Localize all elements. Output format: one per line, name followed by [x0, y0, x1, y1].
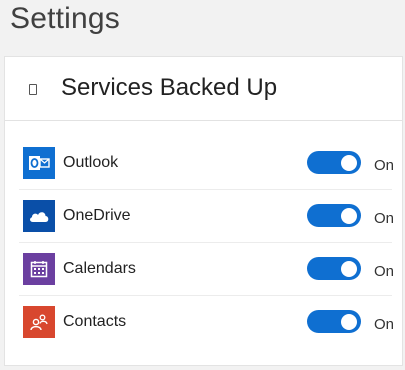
page-title: Settings: [10, 2, 120, 35]
contacts-toggle[interactable]: [307, 310, 361, 333]
calendar-icon: [23, 253, 55, 285]
onedrive-icon: [23, 200, 55, 232]
service-list: Outlook On OneDrive On Calendars On Cont…: [5, 137, 402, 348]
contacts-icon: [23, 306, 55, 338]
service-row-onedrive: OneDrive On: [19, 190, 395, 243]
service-label: Contacts: [63, 313, 127, 330]
toggle-knob: [341, 260, 357, 277]
toggle-knob: [341, 154, 357, 171]
onedrive-toggle[interactable]: [307, 204, 361, 227]
settings-card: Services Backed Up Outlook On OneDrive O…: [4, 56, 403, 366]
service-row-contacts: Contacts On: [19, 296, 395, 348]
outlook-icon: [23, 147, 55, 179]
service-row-calendars: Calendars On: [19, 243, 395, 296]
toggle-state-label: On: [374, 157, 395, 174]
card-header-title: Services Backed Up: [61, 74, 278, 101]
toggle-state-label: On: [374, 210, 395, 227]
page-icon: [29, 84, 37, 95]
toggle-knob: [341, 313, 357, 330]
service-label: OneDrive: [63, 207, 131, 224]
card-header: Services Backed Up: [5, 57, 402, 121]
service-row-outlook: Outlook On: [19, 137, 395, 190]
calendars-toggle[interactable]: [307, 257, 361, 280]
service-label: Calendars: [63, 260, 136, 277]
toggle-state-label: On: [374, 263, 395, 280]
outlook-toggle[interactable]: [307, 151, 361, 174]
service-label: Outlook: [63, 154, 119, 171]
toggle-knob: [341, 207, 357, 224]
toggle-state-label: On: [374, 316, 395, 333]
